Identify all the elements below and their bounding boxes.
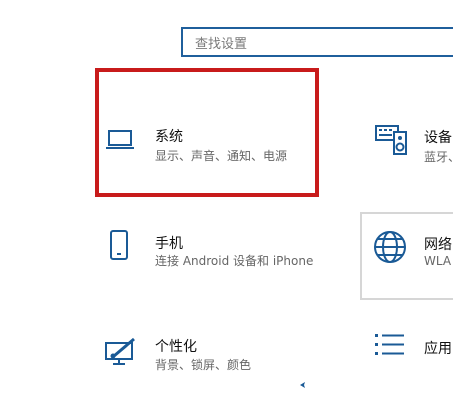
- tile-personalization-title: 个性化: [155, 339, 197, 355]
- tile-phone-desc: 连接 Android 设备和 iPhone: [155, 254, 314, 268]
- tile-personalization-desc: 背景、锁屏、颜色: [155, 358, 252, 372]
- search-placeholder: 查找设置: [195, 36, 248, 52]
- tile-network[interactable]: 网络 WLA: [360, 212, 453, 300]
- globe-icon: [373, 230, 407, 264]
- phone-icon: [109, 229, 129, 261]
- tile-devices-title: 设备: [424, 130, 452, 146]
- apps-list-icon: [374, 332, 406, 358]
- tile-devices[interactable]: 设备 蓝牙、: [360, 112, 453, 182]
- tile-apps[interactable]: 应用: [360, 318, 453, 388]
- tile-phone-title: 手机: [155, 236, 183, 252]
- red-highlight-box: [95, 68, 319, 197]
- tile-apps-title: 应用: [424, 341, 452, 357]
- tile-network-desc: WLA: [424, 254, 452, 268]
- tile-devices-desc: 蓝牙、: [424, 150, 453, 164]
- tile-phone[interactable]: 手机 连接 Android 设备和 iPhone: [95, 215, 335, 290]
- mouse-cursor-icon: [299, 374, 307, 393]
- tile-network-title: 网络: [424, 237, 452, 253]
- keyboard-speaker-icon: [374, 124, 408, 156]
- search-input[interactable]: 查找设置: [181, 27, 453, 57]
- paint-brush-monitor-icon: [104, 337, 138, 367]
